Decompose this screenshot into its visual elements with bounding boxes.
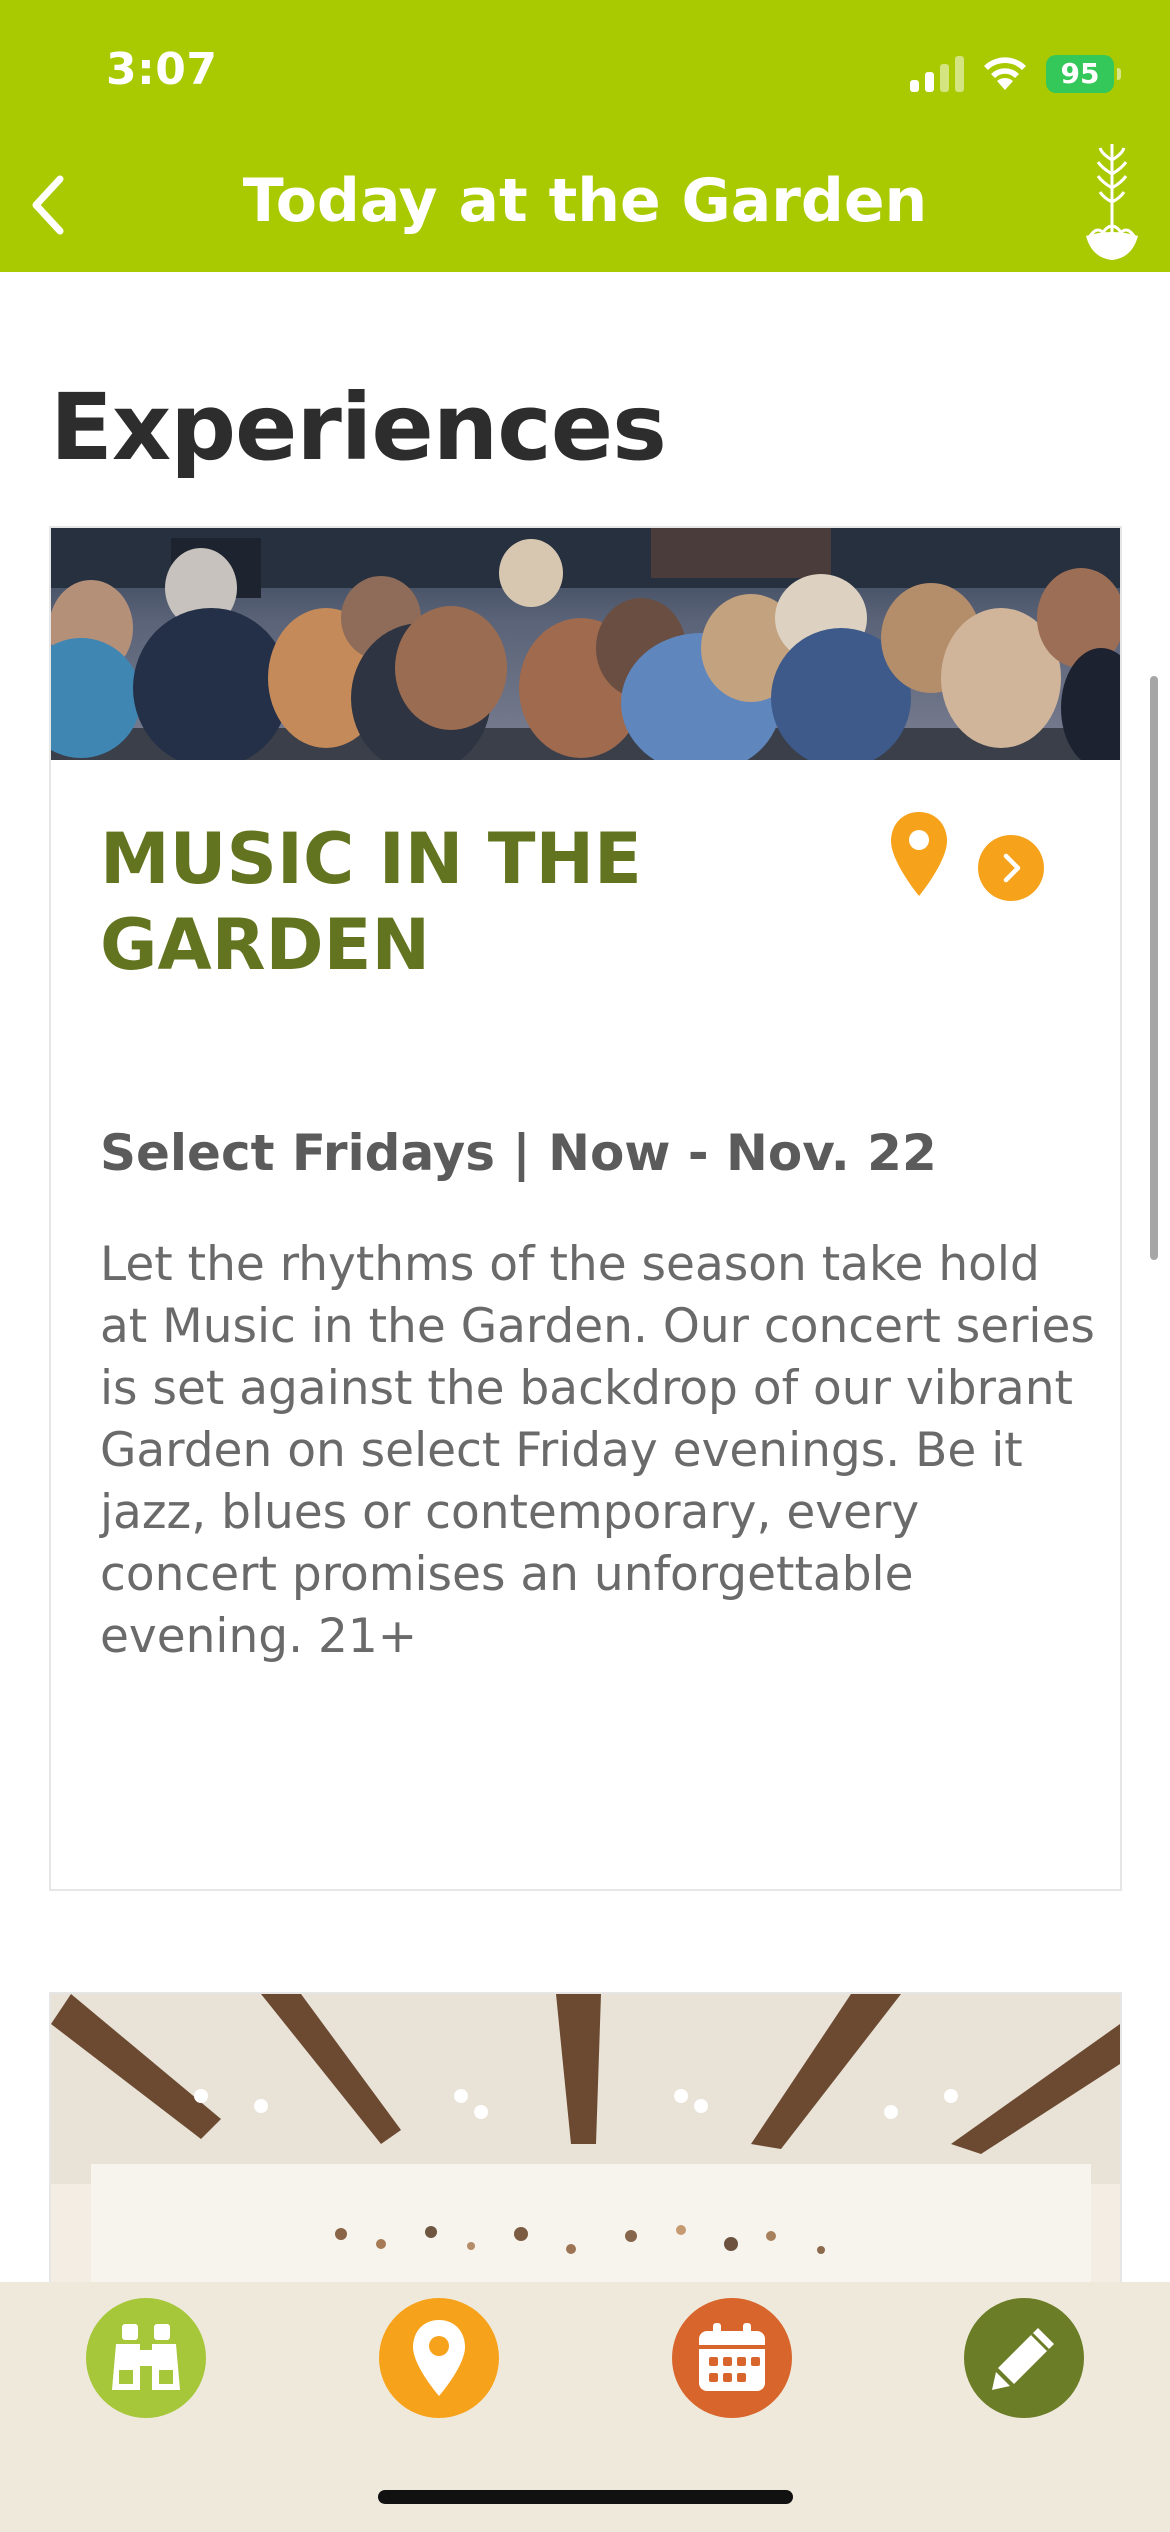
- section-title: Experiences: [50, 374, 667, 481]
- event-description: Let the rhythms of the season take hold …: [100, 1237, 1095, 1664]
- garden-logo-icon: [1086, 144, 1138, 260]
- home-indicator: [378, 2490, 793, 2504]
- status-icons: 95: [910, 52, 1121, 96]
- pencil-icon: [992, 2328, 1054, 2390]
- calendar-icon: [699, 2323, 765, 2391]
- event-photo: [51, 528, 1120, 760]
- chevron-right-icon: [1003, 853, 1021, 883]
- wifi-icon: [984, 57, 1026, 90]
- tab-calendar[interactable]: [672, 2298, 792, 2418]
- app-header: 3:07 95 Today at the Garden: [0, 0, 1170, 272]
- cellular-signal-icon: [910, 56, 964, 92]
- page-title: Today at the Garden: [242, 166, 928, 236]
- binoculars-icon: [112, 2324, 180, 2390]
- event-date: Select Fridays | Now - Nov. 22: [100, 1124, 937, 1182]
- tab-edit[interactable]: [964, 2298, 1084, 2418]
- tab-explore[interactable]: [86, 2298, 206, 2418]
- event-title: MUSIC IN THE GARDEN: [100, 818, 642, 986]
- battery-icon: 95: [1046, 55, 1121, 93]
- tab-map[interactable]: [379, 2298, 499, 2418]
- status-time: 3:07: [106, 44, 218, 95]
- location-button[interactable]: [887, 810, 951, 898]
- event-card[interactable]: MUSIC IN THE GARDEN Select Fridays | Now…: [49, 526, 1122, 1891]
- scrollbar[interactable]: [1150, 676, 1158, 1260]
- screen: 3:07 95 Today at the Garden Experiences …: [0, 0, 1170, 2532]
- map-pin-icon: [891, 812, 947, 896]
- map-pin-icon: [413, 2320, 465, 2396]
- details-button[interactable]: [978, 835, 1044, 901]
